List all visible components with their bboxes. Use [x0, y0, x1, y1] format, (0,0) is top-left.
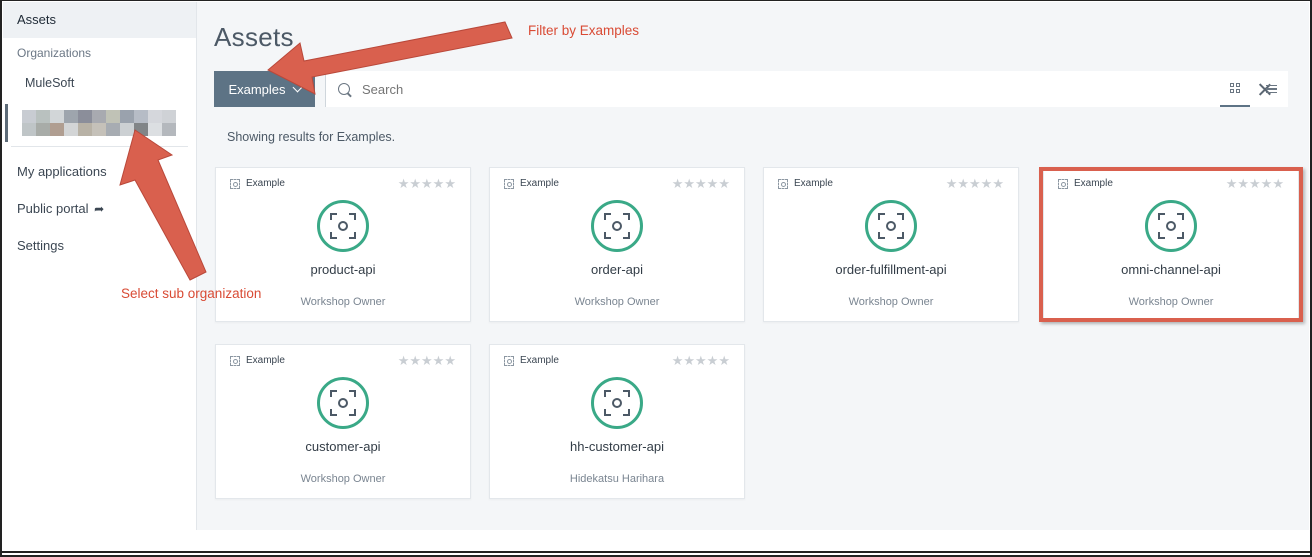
example-type-icon	[778, 178, 788, 189]
asset-card[interactable]: Example ★★★★★ hh-customer-api Hidekatsu …	[489, 344, 745, 499]
rating-stars: ★★★★★	[1225, 176, 1284, 191]
public-portal-label: Public portal	[17, 201, 89, 216]
blurred-org-name	[22, 110, 176, 136]
filter-button-label: Examples	[228, 81, 286, 97]
card-type: Example	[1058, 178, 1113, 189]
asset-card[interactable]: Example ★★★★★ omni-channel-api Workshop …	[1043, 167, 1299, 322]
card-name: hh-customer-api	[570, 439, 664, 454]
card-type-label: Example	[246, 355, 285, 366]
page-title: Assets	[214, 22, 294, 52]
card-type: Example	[504, 178, 559, 189]
card-name: order-fulfillment-api	[835, 262, 947, 277]
card-name: customer-api	[305, 439, 381, 454]
results-summary: Showing results for Examples.	[227, 130, 396, 144]
example-type-icon	[230, 355, 240, 366]
examples-filter-button[interactable]: Examples	[214, 71, 315, 107]
organizations-label: Organizations	[17, 46, 92, 60]
rating-stars: ★★★★★	[397, 176, 456, 191]
sidebar: Assets Organizations MuleSoft My applica…	[3, 2, 197, 530]
example-type-icon	[1058, 178, 1068, 189]
card-type: Example	[504, 355, 559, 366]
frame-bottom-border	[0, 551, 1312, 553]
card-name: omni-channel-api	[1121, 262, 1221, 277]
search-bar	[325, 71, 1288, 107]
toolbar: Examples	[214, 71, 1288, 107]
sidebar-item-public-portal[interactable]: Public portal ➦	[3, 190, 196, 227]
example-asset-icon	[591, 377, 643, 429]
asset-card[interactable]: Example ★★★★★ order-fulfillment-api Work…	[763, 167, 1019, 322]
sub-org-annotation: Select sub organization	[121, 286, 262, 301]
card-type: Example	[778, 178, 833, 189]
card-type-label: Example	[794, 178, 833, 189]
example-type-icon	[230, 178, 240, 189]
rating-stars: ★★★★★	[945, 176, 1004, 191]
example-type-icon	[504, 178, 514, 189]
example-asset-icon	[317, 377, 369, 429]
example-asset-icon	[317, 200, 369, 252]
sidebar-divider	[11, 146, 188, 147]
list-view-button[interactable]	[1256, 71, 1286, 107]
example-asset-icon	[865, 200, 917, 252]
card-type-label: Example	[1074, 178, 1113, 189]
exchange-app: Assets Organizations MuleSoft My applica…	[3, 2, 1309, 530]
card-type-label: Example	[520, 355, 559, 366]
main-content: Assets Examples Search Showing results f…	[197, 2, 1309, 530]
rating-stars: ★★★★★	[671, 353, 730, 368]
asset-card[interactable]: Example ★★★★★ order-api Workshop Owner	[489, 167, 745, 322]
external-link-icon: ➦	[94, 202, 105, 216]
sidebar-item-mulesoft[interactable]: MuleSoft	[3, 68, 196, 98]
grid-view-icon	[1230, 83, 1240, 93]
card-type-label: Example	[246, 178, 285, 189]
card-owner: Workshop Owner	[300, 473, 386, 485]
sidebar-item-my-applications[interactable]: My applications	[3, 153, 196, 190]
view-toggle	[1220, 71, 1290, 107]
card-owner: Workshop Owner	[848, 296, 934, 308]
card-owner: Workshop Owner	[574, 296, 660, 308]
sidebar-item-assets[interactable]: Assets	[3, 2, 196, 38]
search-input[interactable]	[362, 81, 1142, 97]
asset-card[interactable]: Example ★★★★★ customer-api Workshop Owne…	[215, 344, 471, 499]
card-type: Example	[230, 178, 285, 189]
rating-stars: ★★★★★	[397, 353, 456, 368]
card-owner: Workshop Owner	[1128, 296, 1214, 308]
example-type-icon	[504, 355, 514, 366]
example-asset-icon	[591, 200, 643, 252]
grid-view-button[interactable]	[1220, 71, 1250, 107]
card-name: order-api	[590, 262, 644, 277]
filter-annotation: Filter by Examples	[528, 23, 640, 38]
card-type-label: Example	[520, 178, 559, 189]
example-asset-icon	[1145, 200, 1197, 252]
search-icon	[338, 83, 350, 95]
sidebar-item-sub-organization[interactable]	[5, 104, 188, 142]
screenshot-frame: Assets Organizations MuleSoft My applica…	[0, 0, 1312, 557]
card-owner: Hidekatsu Harihara	[569, 473, 665, 485]
card-type: Example	[230, 355, 285, 366]
sidebar-item-settings[interactable]: Settings	[3, 227, 196, 264]
list-view-icon	[1265, 83, 1277, 96]
rating-stars: ★★★★★	[671, 176, 730, 191]
card-name: product-api	[310, 262, 376, 277]
chevron-down-icon	[292, 82, 302, 92]
